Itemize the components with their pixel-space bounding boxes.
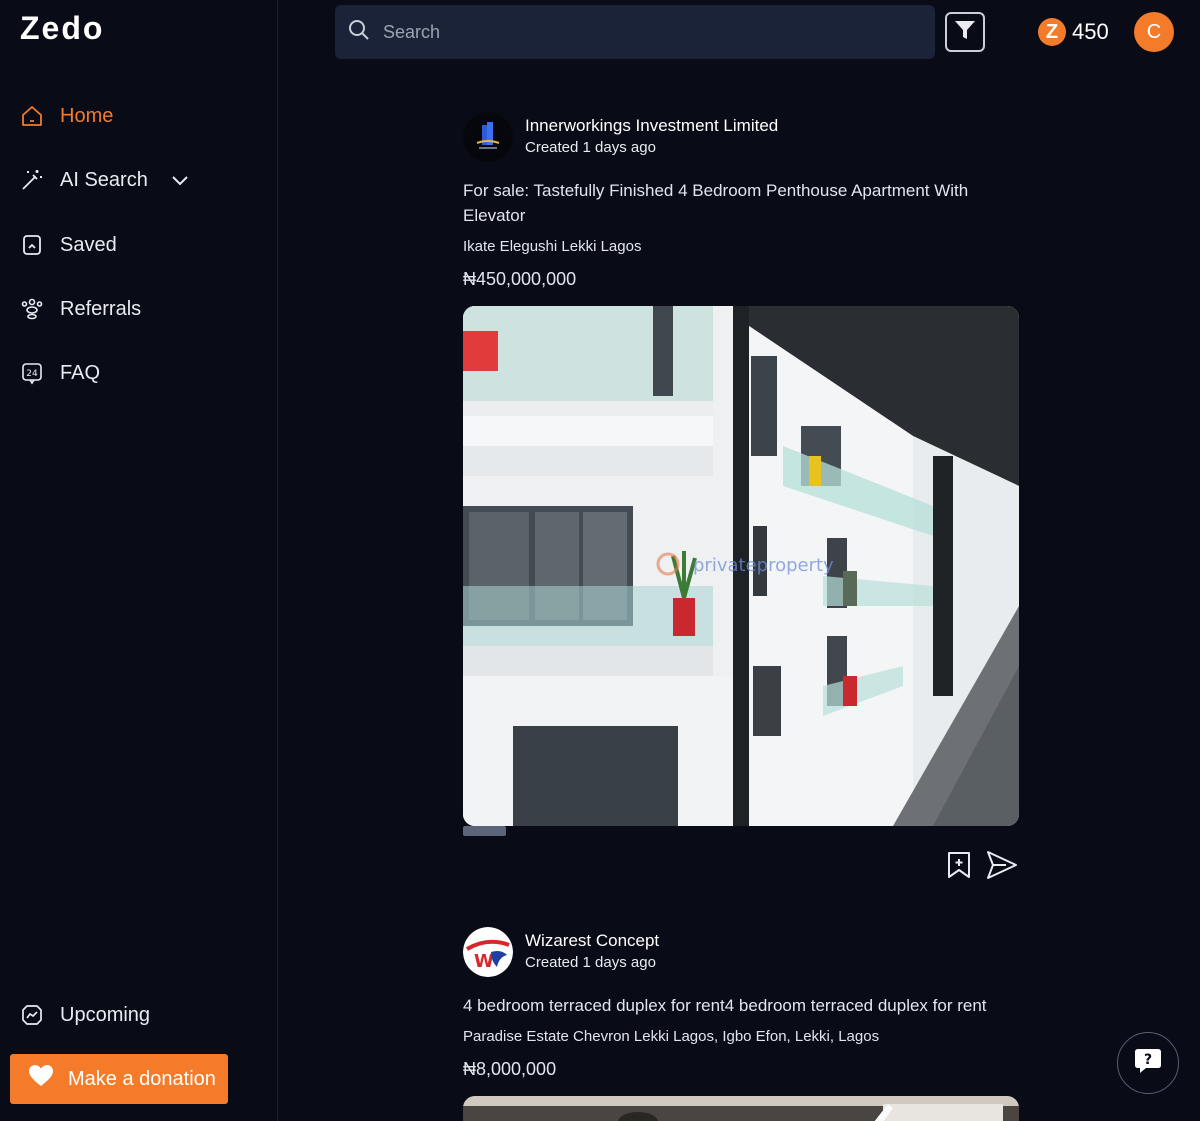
24-hour-support-icon: 24 bbox=[20, 361, 44, 385]
created-time: Created 1 days ago bbox=[525, 139, 656, 156]
search-bar[interactable] bbox=[335, 5, 935, 59]
sidebar-item-upcoming[interactable]: Upcoming bbox=[20, 997, 150, 1033]
company-name[interactable]: Wizarest Concept bbox=[525, 930, 659, 952]
trending-chart-icon bbox=[20, 1003, 44, 1027]
listing-price: ₦450,000,000 bbox=[463, 269, 577, 289]
sidebar-item-label: AI Search bbox=[60, 168, 148, 191]
sidebar-item-label: Saved bbox=[60, 233, 117, 256]
company-logo[interactable] bbox=[463, 112, 513, 162]
save-listing-button[interactable] bbox=[946, 850, 972, 885]
listing-card: Innerworkings Investment Limited Created… bbox=[463, 112, 1023, 836]
share-icon[interactable] bbox=[986, 850, 1018, 885]
search-icon bbox=[347, 18, 371, 47]
listing-header: W Wizarest Concept Created 1 days ago bbox=[463, 927, 1023, 977]
sidebar-item-label: Referrals bbox=[60, 297, 142, 320]
heart-icon bbox=[28, 1064, 54, 1094]
sidebar-item-label: Upcoming bbox=[60, 1003, 151, 1026]
watermark-text: privateproperty bbox=[693, 555, 834, 576]
z-points-icon: Z bbox=[1038, 18, 1066, 46]
search-input[interactable] bbox=[383, 21, 903, 43]
donate-button[interactable]: Make a donation bbox=[10, 1054, 228, 1104]
chevron-down-icon[interactable] bbox=[170, 170, 190, 190]
people-icon bbox=[20, 297, 44, 321]
donate-label: Make a donation bbox=[68, 1067, 216, 1090]
magic-wand-icon bbox=[20, 168, 44, 192]
listing-title[interactable]: 4 bedroom terraced duplex for rent4 bedr… bbox=[463, 993, 1003, 1018]
points-display[interactable]: Z 450 bbox=[1038, 16, 1109, 48]
listing-photo[interactable]: privateproperty bbox=[463, 306, 1019, 826]
points-count: 450 bbox=[1072, 19, 1109, 44]
listing-location: Paradise Estate Chevron Lekki Lagos, Igb… bbox=[463, 1028, 880, 1045]
filter-icon bbox=[953, 18, 977, 47]
listing-title[interactable]: For sale: Tastefully Finished 4 Bedroom … bbox=[463, 178, 1003, 228]
help-chat-icon: ? bbox=[1134, 1048, 1162, 1079]
sidebar-item-faq[interactable]: 24 FAQ bbox=[20, 355, 100, 391]
svg-text:24: 24 bbox=[26, 369, 38, 379]
sidebar-item-home[interactable]: Home bbox=[20, 98, 113, 134]
carousel-indicator[interactable] bbox=[463, 826, 506, 836]
listing-actions bbox=[946, 850, 1018, 885]
sidebar-item-referrals[interactable]: Referrals bbox=[20, 291, 141, 327]
svg-text:?: ? bbox=[1144, 1052, 1152, 1068]
listing-price: ₦8,000,000 bbox=[463, 1059, 557, 1079]
app-logo[interactable]: Zedo bbox=[20, 10, 104, 47]
user-avatar[interactable]: C bbox=[1134, 12, 1174, 52]
listing-photo[interactable] bbox=[463, 1096, 1019, 1121]
sidebar: Zedo Home AI Search Saved Referrals 24 F… bbox=[0, 0, 278, 1121]
bookmark-icon bbox=[20, 233, 44, 257]
company-name[interactable]: Innerworkings Investment Limited bbox=[525, 115, 778, 137]
sidebar-item-label: FAQ bbox=[60, 361, 101, 384]
filter-button[interactable] bbox=[945, 12, 985, 52]
listing-header: Innerworkings Investment Limited Created… bbox=[463, 112, 1023, 162]
sidebar-item-label: Home bbox=[60, 104, 114, 127]
help-button[interactable]: ? bbox=[1117, 1032, 1179, 1094]
svg-text:W: W bbox=[474, 951, 494, 972]
home-icon bbox=[20, 104, 44, 128]
listing-card: W Wizarest Concept Created 1 days ago 4 … bbox=[463, 927, 1023, 1121]
created-time: Created 1 days ago bbox=[525, 954, 656, 971]
sidebar-item-saved[interactable]: Saved bbox=[20, 227, 117, 263]
listing-location: Ikate Elegushi Lekki Lagos bbox=[463, 238, 642, 255]
company-logo[interactable]: W bbox=[463, 927, 513, 977]
sidebar-item-ai-search[interactable]: AI Search bbox=[20, 162, 190, 198]
